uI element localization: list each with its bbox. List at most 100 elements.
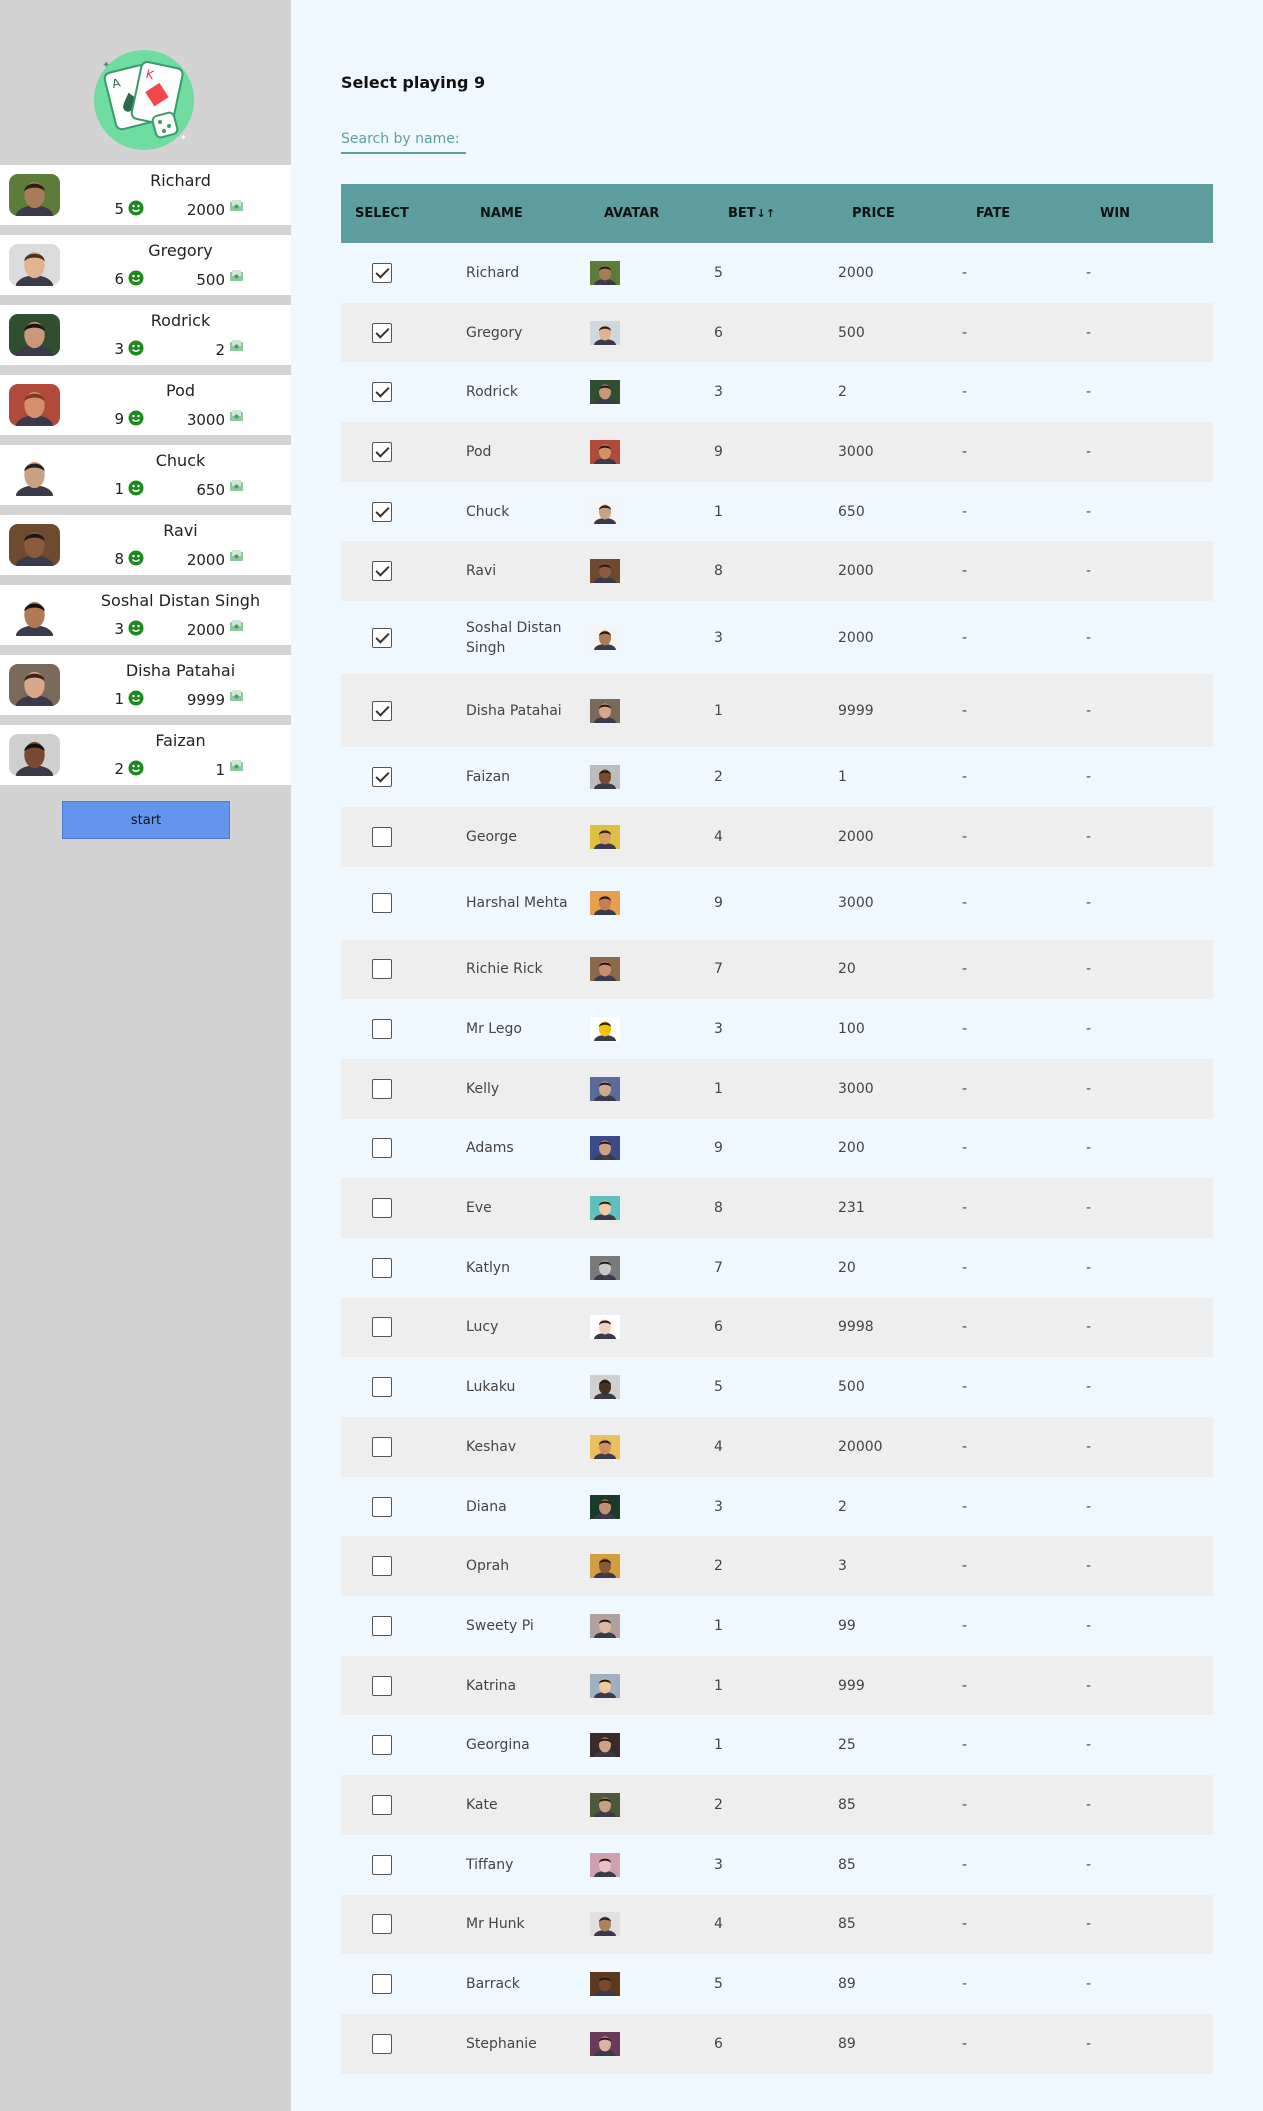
table-row[interactable]: Keshav 4 20000 - - <box>341 1417 1213 1477</box>
select-checkbox[interactable] <box>372 1914 392 1935</box>
table-row[interactable]: Pod 9 3000 - - <box>341 422 1213 482</box>
table-row[interactable]: Stephanie 6 89 - - <box>341 2013 1213 2074</box>
select-checkbox[interactable] <box>372 441 392 462</box>
select-checkbox[interactable] <box>372 1436 392 1457</box>
select-checkbox[interactable] <box>372 1675 392 1696</box>
bet-header-label: BET <box>728 206 756 221</box>
select-checkbox[interactable] <box>372 1615 392 1636</box>
table-row[interactable]: Gregory 6 500 - - <box>341 302 1213 363</box>
select-checkbox[interactable] <box>372 1496 392 1517</box>
select-checkbox[interactable] <box>372 322 392 343</box>
select-cell <box>341 2014 466 2074</box>
table-row[interactable]: Barrack 5 89 - - <box>341 1954 1213 2014</box>
select-checkbox[interactable] <box>372 1198 392 1219</box>
select-checkbox[interactable] <box>372 1974 392 1995</box>
select-cell <box>341 1178 466 1238</box>
price-cell: 3 <box>838 1558 847 1575</box>
table-row[interactable]: Mr Lego 3 100 - - <box>341 999 1213 1059</box>
select-checkbox[interactable] <box>372 1257 392 1278</box>
win-cell: - <box>1086 629 1092 646</box>
table-row[interactable]: Richie Rick 7 20 - - <box>341 939 1213 1000</box>
select-cell <box>341 1895 466 1955</box>
table-row[interactable]: Sweety Pi 1 99 - - <box>341 1596 1213 1656</box>
column-header-bet[interactable]: BET↓↑ <box>714 184 838 243</box>
avatar-cell <box>590 999 714 1059</box>
select-cell <box>341 1059 466 1119</box>
player-card[interactable]: Pod 9 3000 <box>0 375 291 435</box>
select-checkbox[interactable] <box>372 561 392 582</box>
bet-cell: 3 <box>714 1021 723 1038</box>
fate-cell: - <box>962 2035 968 2052</box>
select-checkbox[interactable] <box>372 1019 392 1040</box>
win-cell: - <box>1086 1558 1092 1575</box>
fate-cell: - <box>962 1976 968 1993</box>
player-card[interactable]: Ravi 8 2000 <box>0 515 291 575</box>
select-checkbox[interactable] <box>372 1735 392 1756</box>
select-cell <box>341 1119 466 1179</box>
player-card[interactable]: Disha Patahai 1 9999 <box>0 655 291 715</box>
table-row[interactable]: Disha Patahai 1 9999 - - <box>341 674 1213 748</box>
table-row[interactable]: Diana 3 2 - - <box>341 1476 1213 1537</box>
bet-cell: 1 <box>714 1737 723 1754</box>
table-row[interactable]: Ravi 8 2000 - - <box>341 541 1213 602</box>
table-row[interactable]: Lukaku 5 500 - - <box>341 1357 1213 1417</box>
select-checkbox[interactable] <box>372 1794 392 1815</box>
fate-cell: - <box>962 563 968 580</box>
player-price: 2000 <box>186 621 225 639</box>
player-card[interactable]: Gregory 6 500 <box>0 235 291 295</box>
win-cell: - <box>1086 1259 1092 1276</box>
table-row[interactable]: Katlyn 7 20 - - <box>341 1237 1213 1298</box>
table-row[interactable]: Kate 2 85 - - <box>341 1775 1213 1835</box>
player-card[interactable]: Rodrick 3 2 <box>0 305 291 365</box>
search-input[interactable] <box>341 126 466 154</box>
table-row[interactable]: Richard 5 2000 - - <box>341 243 1213 303</box>
table-row[interactable]: Kelly 1 3000 - - <box>341 1058 1213 1119</box>
table-row[interactable]: Tiffany 3 85 - - <box>341 1834 1213 1895</box>
select-checkbox[interactable] <box>372 1138 392 1159</box>
name-cell: George <box>466 828 518 845</box>
name-cell: Kate <box>466 1796 498 1813</box>
table-row[interactable]: Faizan 2 1 - - <box>341 747 1213 807</box>
select-checkbox[interactable] <box>372 1556 392 1577</box>
table-row[interactable]: Rodrick 3 2 - - <box>341 362 1213 423</box>
player-avatar <box>590 1554 620 1585</box>
table-row[interactable]: Adams 9 200 - - <box>341 1118 1213 1179</box>
select-checkbox[interactable] <box>372 382 392 403</box>
player-avatar <box>590 2031 620 2062</box>
table-row[interactable]: Harshal Mehta 9 3000 - - <box>341 866 1213 940</box>
select-cell <box>341 867 466 940</box>
table-body: Richard 5 2000 - - Gregory 6 500 - - Rodrick 3 2 - - Po… <box>341 243 1213 2074</box>
start-button[interactable]: start <box>62 801 230 839</box>
table-row[interactable]: Mr Hunk 4 85 - - <box>341 1894 1213 1955</box>
table-row[interactable]: Lucy 6 9998 - - <box>341 1297 1213 1358</box>
select-checkbox[interactable] <box>372 2033 392 2054</box>
select-checkbox[interactable] <box>372 262 392 283</box>
table-row[interactable]: Oprah 2 3 - - <box>341 1536 1213 1597</box>
player-card[interactable]: Soshal Distan Singh 3 2000 <box>0 585 291 645</box>
table-row[interactable]: Eve 8 231 - - <box>341 1178 1213 1238</box>
select-checkbox[interactable] <box>372 1317 392 1338</box>
select-checkbox[interactable] <box>372 1854 392 1875</box>
player-name: Disha Patahai <box>125 661 236 680</box>
player-card[interactable]: Chuck 1 650 <box>0 445 291 505</box>
select-checkbox[interactable] <box>372 766 392 787</box>
column-header-win: WIN <box>1086 184 1213 243</box>
table-row[interactable]: George 4 2000 - - <box>341 806 1213 867</box>
player-card[interactable]: Faizan 2 1 <box>0 725 291 785</box>
table-row[interactable]: Chuck 1 650 - - <box>341 481 1213 542</box>
table-row[interactable]: Soshal Distan Singh 3 2000 - - <box>341 601 1213 675</box>
select-checkbox[interactable] <box>372 501 392 522</box>
select-checkbox[interactable] <box>372 893 392 913</box>
price-cell: 2000 <box>838 264 874 281</box>
select-checkbox[interactable] <box>372 1078 392 1099</box>
sort-icon[interactable]: ↓↑ <box>757 207 775 220</box>
select-checkbox[interactable] <box>372 826 392 847</box>
select-checkbox[interactable] <box>372 1377 392 1398</box>
select-checkbox[interactable] <box>372 700 392 721</box>
price-cell: 2000 <box>838 629 874 646</box>
select-checkbox[interactable] <box>372 959 392 980</box>
table-row[interactable]: Georgina 1 25 - - <box>341 1715 1213 1776</box>
select-checkbox[interactable] <box>372 627 392 648</box>
table-row[interactable]: Katrina 1 999 - - <box>341 1655 1213 1716</box>
player-card[interactable]: Richard 5 2000 <box>0 165 291 225</box>
